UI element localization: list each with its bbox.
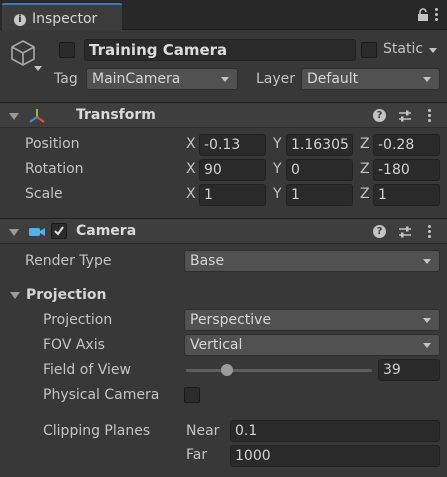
- tag-label: Tag: [54, 71, 78, 87]
- static-checkbox[interactable]: [361, 42, 377, 58]
- physical-camera-checkbox[interactable]: [184, 387, 200, 403]
- layer-value: Default: [307, 71, 359, 87]
- presets-sliders-icon[interactable]: [398, 109, 412, 123]
- component-menu-icon[interactable]: [428, 109, 432, 123]
- camera-icon: [29, 228, 45, 236]
- position-x-field[interactable]: -0.13: [199, 134, 266, 156]
- projection-dropdown[interactable]: Perspective: [184, 309, 440, 331]
- axis-x-label: X: [186, 136, 196, 152]
- foldout-arrow-icon[interactable]: [9, 113, 19, 120]
- fov-slider-handle[interactable]: [220, 364, 233, 376]
- presets-sliders-icon[interactable]: [398, 225, 412, 239]
- transform-header[interactable]: Transform ?: [0, 102, 447, 128]
- chevron-down-icon: [221, 77, 229, 82]
- fov-axis-dropdown[interactable]: Vertical: [184, 334, 440, 356]
- clipping-planes-label: Clipping Planes: [43, 423, 151, 439]
- foldout-arrow-icon[interactable]: [9, 229, 19, 236]
- more-options-icon[interactable]: [435, 8, 439, 22]
- active-checkbox[interactable]: [59, 42, 75, 58]
- layer-label: Layer: [256, 71, 296, 87]
- tab-label: Inspector: [32, 11, 98, 27]
- object-name-field[interactable]: Training Camera: [84, 39, 356, 61]
- transform-axes-icon: [29, 109, 45, 123]
- near-label: Near: [186, 423, 220, 439]
- axis-z-label: Z: [360, 136, 370, 152]
- scale-label: Scale: [25, 186, 63, 202]
- tab-inspector[interactable]: i Inspector: [2, 3, 122, 30]
- render-type-dropdown[interactable]: Base: [184, 250, 440, 272]
- camera-enabled-checkbox[interactable]: [51, 223, 67, 239]
- axis-z-label: Z: [360, 186, 370, 202]
- info-icon: i: [14, 14, 26, 26]
- static-label: Static: [383, 41, 424, 57]
- help-icon[interactable]: ?: [373, 109, 386, 122]
- axis-x-label: X: [186, 186, 196, 202]
- field-of-view-label: Field of View: [43, 362, 131, 378]
- axis-y-label: Y: [273, 161, 282, 177]
- tab-bar: i Inspector: [0, 0, 447, 30]
- rotation-y-field[interactable]: 0: [286, 159, 353, 181]
- projection-foldout-icon[interactable]: [10, 292, 20, 299]
- chevron-down-icon: [423, 259, 431, 264]
- near-clip-field[interactable]: 0.1: [230, 420, 440, 442]
- axis-z-label: Z: [360, 161, 370, 177]
- rotation-x-field[interactable]: 90: [199, 159, 266, 181]
- scale-y-field[interactable]: 1: [286, 184, 353, 206]
- axis-y-label: Y: [273, 136, 282, 152]
- far-label: Far: [186, 447, 208, 463]
- rotation-label: Rotation: [25, 161, 84, 177]
- position-z-field[interactable]: -0.28: [373, 134, 440, 156]
- render-type-label: Render Type: [25, 253, 112, 269]
- checkmark-icon: [54, 226, 64, 236]
- field-of-view-field[interactable]: 39: [378, 359, 440, 381]
- tag-value: MainCamera: [92, 71, 181, 87]
- scale-x-field[interactable]: 1: [199, 184, 266, 206]
- projection-value: Perspective: [190, 312, 272, 328]
- far-clip-field[interactable]: 1000: [230, 445, 440, 467]
- axis-y-label: Y: [273, 186, 282, 202]
- camera-title: Camera: [76, 223, 137, 239]
- fov-slider-track[interactable]: [186, 369, 372, 372]
- tag-dropdown[interactable]: MainCamera: [86, 68, 238, 90]
- layer-dropdown[interactable]: Default: [301, 68, 440, 90]
- rotation-z-field[interactable]: -180: [373, 159, 440, 181]
- physical-camera-label: Physical Camera: [43, 387, 160, 403]
- scale-z-field[interactable]: 1: [373, 184, 440, 206]
- component-menu-icon[interactable]: [428, 225, 432, 239]
- axis-x-label: X: [186, 161, 196, 177]
- position-label: Position: [25, 136, 80, 152]
- icon-picker-arrow-icon[interactable]: [34, 66, 42, 71]
- fov-axis-value: Vertical: [190, 337, 243, 353]
- chevron-down-icon: [423, 343, 431, 348]
- help-icon[interactable]: ?: [373, 225, 386, 238]
- gameobject-cube-icon: [11, 40, 35, 66]
- projection-section-title[interactable]: Projection: [26, 287, 106, 303]
- fov-axis-label: FOV Axis: [43, 337, 105, 353]
- static-dropdown-arrow-icon[interactable]: [429, 48, 437, 53]
- chevron-down-icon: [423, 318, 431, 323]
- camera-header[interactable]: Camera ?: [0, 218, 447, 244]
- projection-label: Projection: [43, 312, 113, 328]
- lock-icon[interactable]: [417, 8, 429, 22]
- transform-title: Transform: [76, 107, 156, 123]
- render-type-value: Base: [190, 253, 225, 269]
- position-y-field[interactable]: 1.16305: [286, 134, 353, 156]
- chevron-down-icon: [423, 77, 431, 82]
